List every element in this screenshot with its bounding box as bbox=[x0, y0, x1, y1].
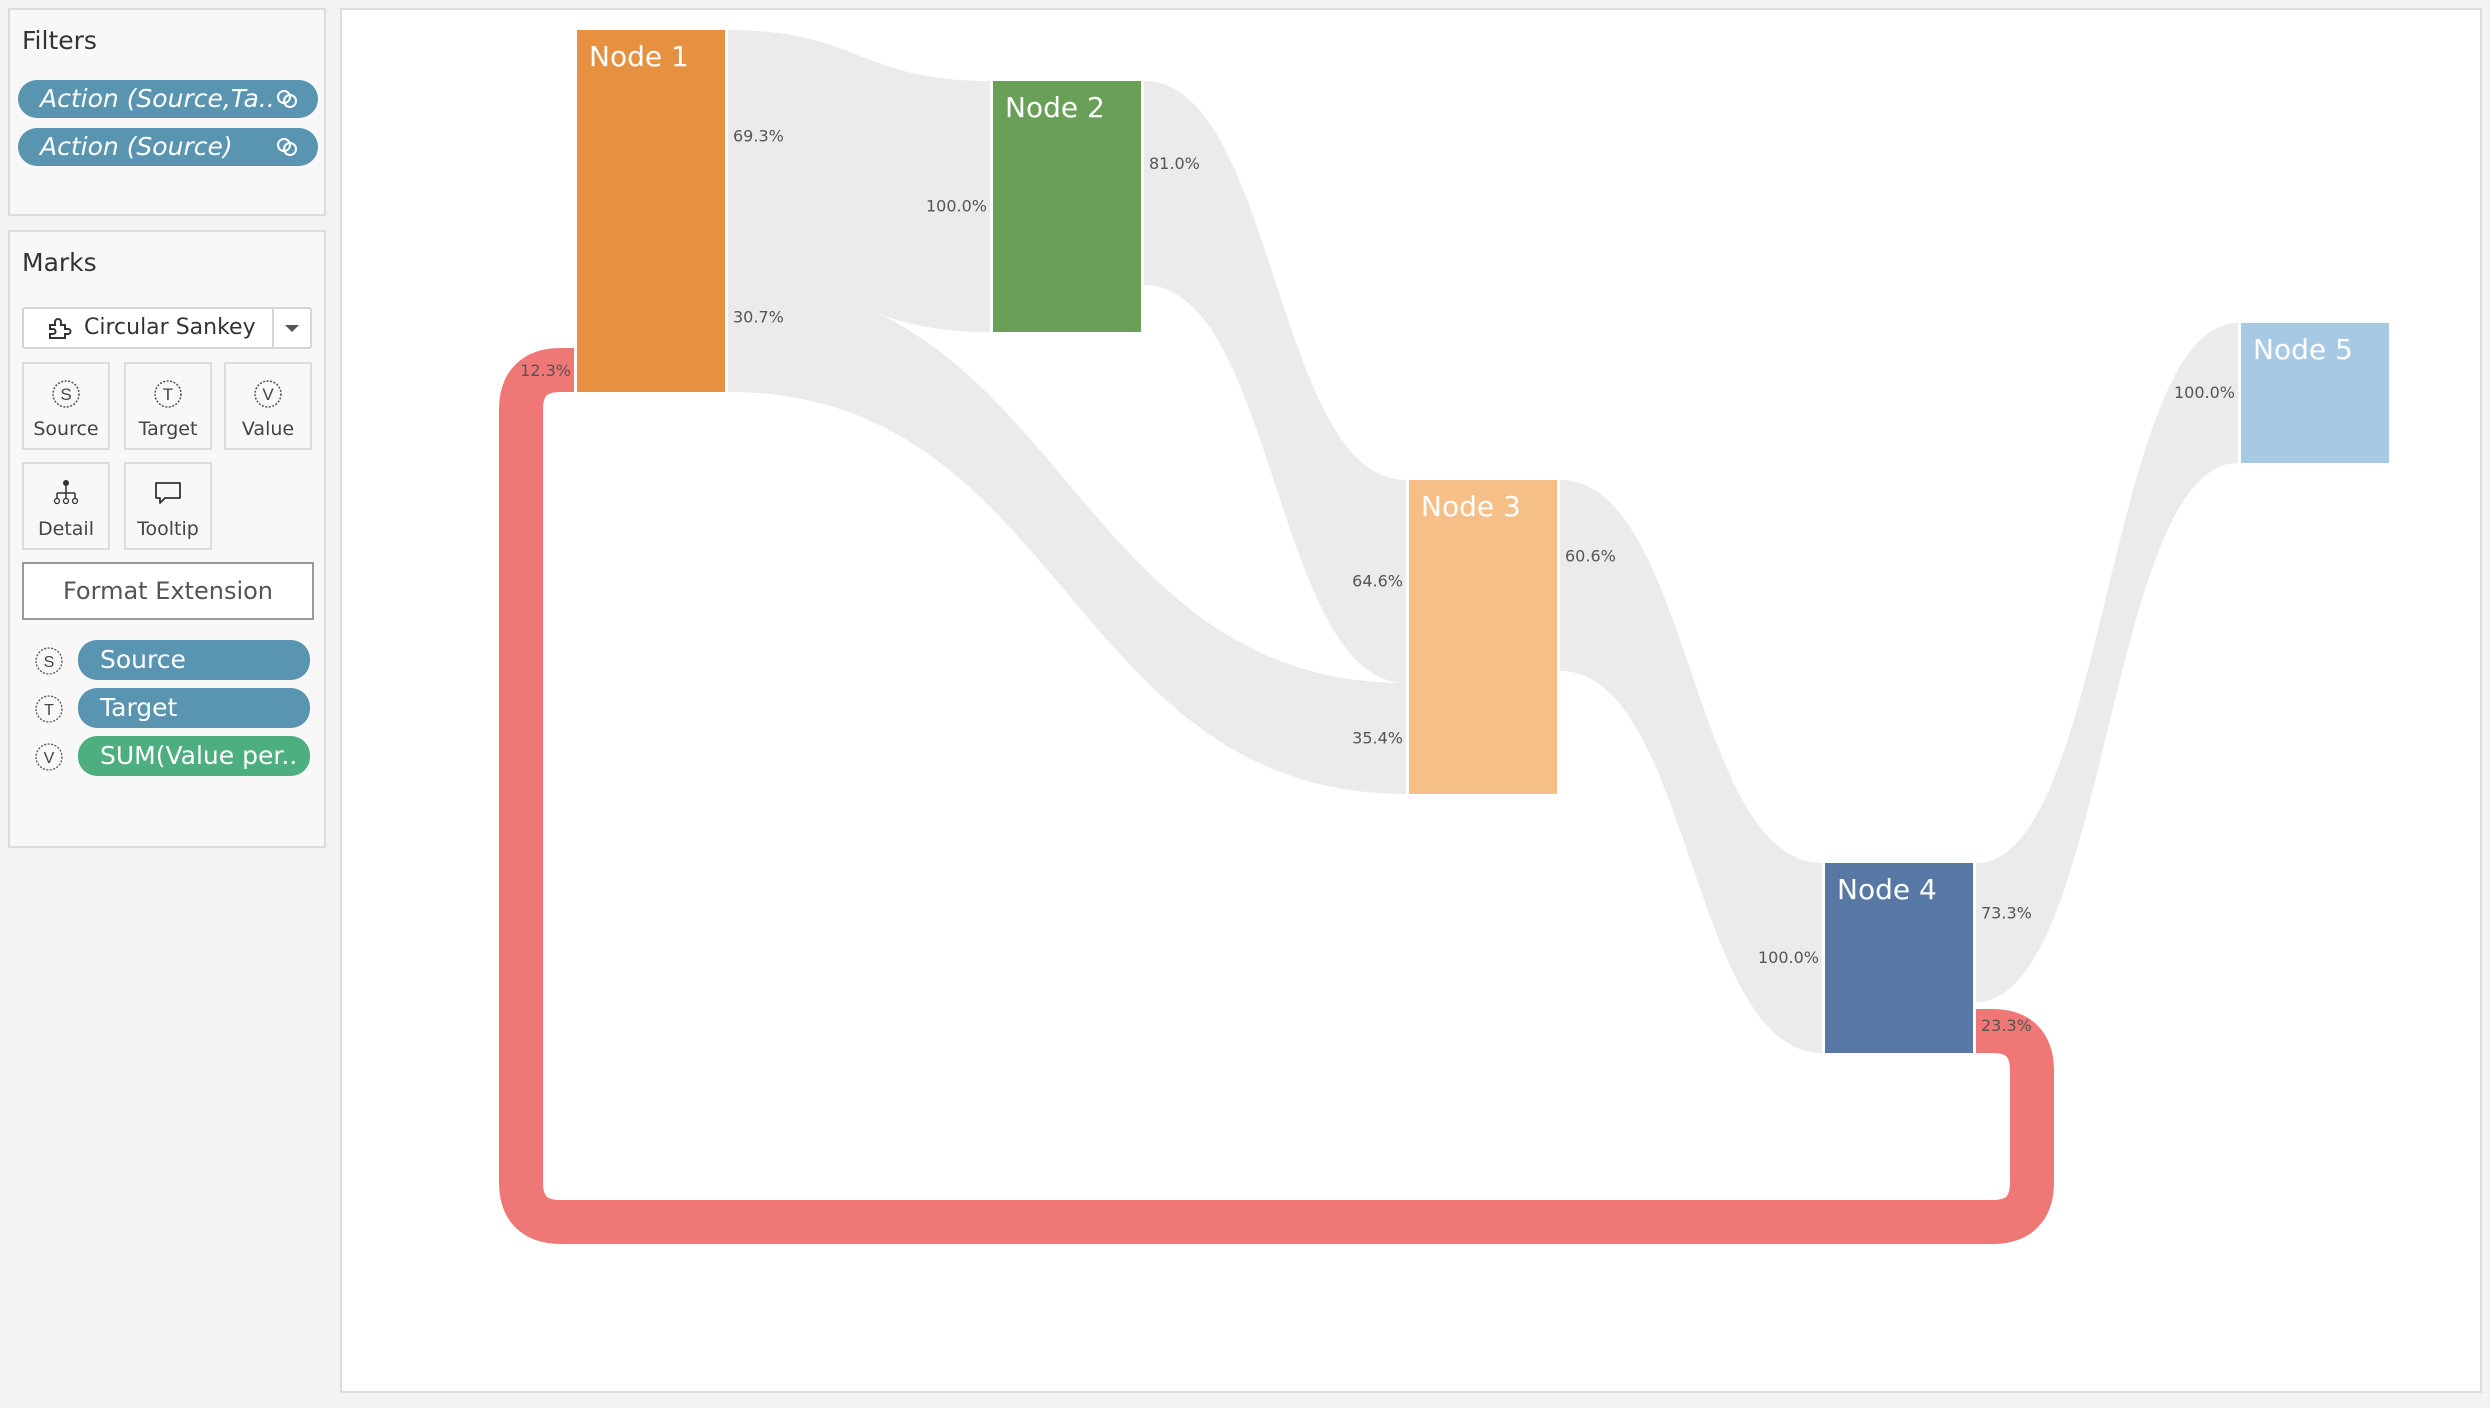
target-pct-label: 35.4% bbox=[1352, 729, 1403, 748]
filters-title: Filters bbox=[22, 26, 97, 55]
puzzle-extension-icon bbox=[49, 318, 72, 339]
svg-text:S: S bbox=[44, 654, 55, 671]
circular-sankey-chart: 69.3% 100.0% 30.7% 35.4% 81.0% 64.6% 60.6% 100.… bbox=[499, 30, 2389, 1244]
link-node4-to-node1-circular[interactable] bbox=[499, 348, 2054, 1244]
tooltip-shelf-label: Tooltip bbox=[137, 518, 199, 540]
source-pct-label: 69.3% bbox=[733, 127, 784, 146]
node-1-label: Node 1 bbox=[589, 40, 689, 73]
target-pct-label: 100.0% bbox=[926, 197, 987, 216]
target-pct-label: 100.0% bbox=[1758, 948, 1819, 967]
svg-text:V: V bbox=[44, 750, 55, 767]
source-shelf-button[interactable]: S Source bbox=[22, 362, 110, 450]
chart-panel: 69.3% 100.0% 30.7% 35.4% 81.0% 64.6% 60.6% 100.… bbox=[340, 8, 2482, 1393]
value-v-icon: V bbox=[35, 743, 63, 771]
source-s-icon: S bbox=[35, 647, 63, 675]
target-shelf-label: Target bbox=[138, 418, 198, 440]
encoding-row-source: S Source bbox=[34, 640, 314, 680]
target-pct-label: 100.0% bbox=[2174, 383, 2235, 402]
value-v-icon: V bbox=[254, 380, 282, 408]
encoding-row-target: T Target bbox=[34, 688, 314, 728]
linked-rings-icon bbox=[277, 90, 297, 108]
mark-type-selector[interactable]: Circular Sankey bbox=[22, 307, 312, 349]
chevron-down-icon[interactable] bbox=[274, 309, 310, 347]
value-shelf-button[interactable]: V Value bbox=[224, 362, 312, 450]
source-pct-label: 60.6% bbox=[1565, 547, 1616, 566]
detail-shelf-label: Detail bbox=[38, 518, 94, 540]
node-3-label: Node 3 bbox=[1421, 490, 1521, 523]
detail-shelf-button[interactable]: Detail bbox=[22, 462, 110, 550]
encoding-pill-source[interactable]: Source bbox=[78, 640, 310, 680]
source-pct-label: 23.3% bbox=[1981, 1016, 2032, 1035]
tooltip-shelf-button[interactable]: Tooltip bbox=[124, 462, 212, 550]
marks-title: Marks bbox=[22, 248, 97, 277]
marks-panel: Marks Circular Sankey S Source T Target … bbox=[8, 230, 326, 848]
node-3-bar[interactable] bbox=[1409, 480, 1557, 794]
encoding-row-value: V SUM(Value per.. bbox=[34, 736, 314, 776]
filter-pill-label: Action (Source) bbox=[40, 132, 233, 161]
node-2-label: Node 2 bbox=[1005, 91, 1105, 124]
node-4-label: Node 4 bbox=[1837, 873, 1937, 906]
filter-pill-label: Action (Source,Ta.. bbox=[40, 84, 275, 113]
encoding-pill-target[interactable]: Target bbox=[78, 688, 310, 728]
filter-pill-action-source[interactable]: Action (Source) bbox=[18, 128, 318, 166]
svg-text:T: T bbox=[163, 385, 173, 404]
links-layer bbox=[499, 30, 2238, 1244]
encoding-pill-value[interactable]: SUM(Value per.. bbox=[78, 736, 310, 776]
target-t-icon: T bbox=[35, 695, 63, 723]
value-shelf-label: Value bbox=[241, 418, 295, 440]
filter-pill-action-source-target[interactable]: Action (Source,Ta.. bbox=[18, 80, 318, 118]
target-t-icon: T bbox=[154, 380, 182, 408]
filters-panel: Filters Action (Source,Ta.. Action (Sour… bbox=[8, 8, 326, 216]
source-pct-label: 30.7% bbox=[733, 308, 784, 327]
target-shelf-button[interactable]: T Target bbox=[124, 362, 212, 450]
format-extension-button[interactable]: Format Extension bbox=[22, 562, 314, 620]
source-pct-label: 81.0% bbox=[1149, 154, 1200, 173]
node-1-bar[interactable] bbox=[577, 30, 725, 392]
detail-hierarchy-icon bbox=[53, 480, 79, 505]
link-node3-to-node4[interactable] bbox=[1560, 480, 1822, 1053]
mark-type-label: Circular Sankey bbox=[84, 315, 256, 340]
source-s-icon: S bbox=[52, 380, 80, 408]
tooltip-speech-icon bbox=[155, 482, 181, 504]
target-pct-label: 12.3% bbox=[520, 361, 571, 380]
svg-text:S: S bbox=[60, 385, 71, 404]
svg-text:T: T bbox=[44, 702, 54, 719]
source-shelf-label: Source bbox=[33, 418, 99, 440]
node-5-label: Node 5 bbox=[2253, 333, 2353, 366]
source-pct-label: 73.3% bbox=[1981, 904, 2032, 923]
linked-rings-icon bbox=[277, 138, 297, 156]
svg-text:V: V bbox=[262, 385, 274, 404]
target-pct-label: 64.6% bbox=[1352, 572, 1403, 591]
link-node4-to-node5[interactable] bbox=[1976, 323, 2238, 1002]
